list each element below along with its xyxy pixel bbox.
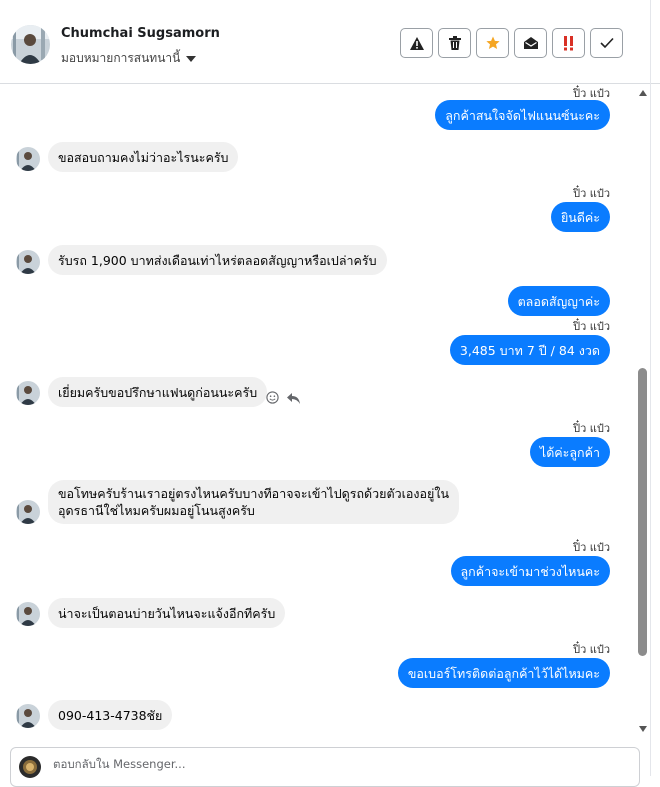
message-actions [266, 389, 300, 408]
contact-avatar-small [16, 500, 40, 524]
contact-name[interactable]: Chumchai Sugsamorn [61, 26, 220, 41]
action-toolbar [400, 28, 623, 58]
react-emoji-icon[interactable] [266, 389, 279, 408]
sender-name: ปิ๋ว แป๋ว [573, 541, 610, 554]
incoming-message[interactable]: เยี่ยมครับขอปรึกษาแฟนดูก่อนนะครับ [48, 377, 268, 407]
trash-icon [448, 36, 461, 50]
mark-unread-button[interactable] [514, 28, 547, 58]
scroll-up-arrow-icon[interactable] [639, 90, 647, 96]
spam-button[interactable] [552, 28, 585, 58]
incoming-message[interactable]: น่าจะเป็นตอนบ่ายวันไหนจะแจ้งอีกทีครับ [48, 598, 286, 628]
contact-avatar[interactable] [11, 25, 50, 64]
page-avatar [19, 756, 41, 778]
scrollbar-thumb[interactable] [638, 368, 647, 656]
conversation-header: Chumchai Sugsamorn มอบหมายการสนทนานี้ [0, 6, 660, 84]
sender-name: ปิ๋ว แป๋ว [573, 643, 610, 656]
reply-icon[interactable] [287, 389, 300, 408]
message-line: ขอโทษครับร้านเราอยู่ตรงไหนครับบางทีอาจจะ… [58, 486, 449, 501]
panel-edge [650, 0, 651, 776]
contact-avatar-small [16, 250, 40, 274]
sender-name: ปิ๋ว แป๋ว [573, 320, 610, 333]
assign-conversation-dropdown[interactable]: มอบหมายการสนทนานี้ [61, 49, 197, 68]
contact-avatar-small [16, 147, 40, 171]
delete-button[interactable] [438, 28, 471, 58]
checkmark-icon [599, 37, 614, 49]
reply-composer [10, 747, 640, 787]
thread-scrollbar[interactable] [636, 84, 650, 740]
outgoing-message[interactable]: ยินดีค่ะ [550, 202, 610, 232]
outgoing-message[interactable]: ลูกค้าสนใจจัดไฟแนนซ์นะคะ [435, 100, 610, 130]
outgoing-message[interactable]: ขอเบอร์โทรติดต่อลูกค้าไว้ได้ไหมคะ [397, 658, 610, 688]
incoming-message[interactable]: รับรถ 1,900 บาทส่งเดือนเท่าไหร่ตลอดสัญญา… [48, 245, 387, 275]
message-line: อุดรธานีใช่ไหมครับผมอยู่โนนสูงครับ [58, 503, 255, 518]
star-icon [485, 36, 500, 50]
caret-down-icon [186, 55, 197, 62]
outgoing-message[interactable]: ลูกค้าจะเข้ามาช่วงไหนคะ [450, 556, 610, 586]
sender-name: ปิ๋ว แป๋ว [573, 187, 610, 200]
incoming-message[interactable]: ขอโทษครับร้านเราอยู่ตรงไหนครับบางทีอาจจะ… [48, 480, 459, 524]
reply-input[interactable] [51, 756, 555, 772]
star-button[interactable] [476, 28, 509, 58]
scroll-down-arrow-icon[interactable] [639, 726, 647, 732]
incoming-message[interactable]: ขอสอบถามคงไม่ว่าอะไรนะครับ [48, 142, 239, 172]
assign-label: มอบหมายการสนทนานี้ [61, 51, 181, 65]
outgoing-message[interactable]: ได้ค่ะลูกค้า [529, 437, 610, 467]
sender-name: ปิ๋ว แป๋ว [573, 422, 610, 435]
incoming-message[interactable]: 090-413-4738ชัย [48, 700, 173, 730]
outgoing-message[interactable]: ตลอดสัญญาค่ะ [507, 286, 610, 316]
spam-icon [563, 35, 575, 51]
contact-avatar-small [16, 381, 40, 405]
open-envelope-icon [523, 37, 538, 49]
done-button[interactable] [590, 28, 623, 58]
warning-icon [409, 36, 424, 50]
contact-avatar-small [16, 602, 40, 626]
message-thread[interactable]: ปิ๋ว แป๋ว ลูกค้าสนใจจัดไฟแนนซ์นะคะ ขอสอบ… [0, 84, 636, 740]
contact-avatar-small [16, 704, 40, 728]
outgoing-message[interactable]: 3,485 บาท 7 ปี / 84 งวด [449, 335, 610, 365]
report-button[interactable] [400, 28, 433, 58]
